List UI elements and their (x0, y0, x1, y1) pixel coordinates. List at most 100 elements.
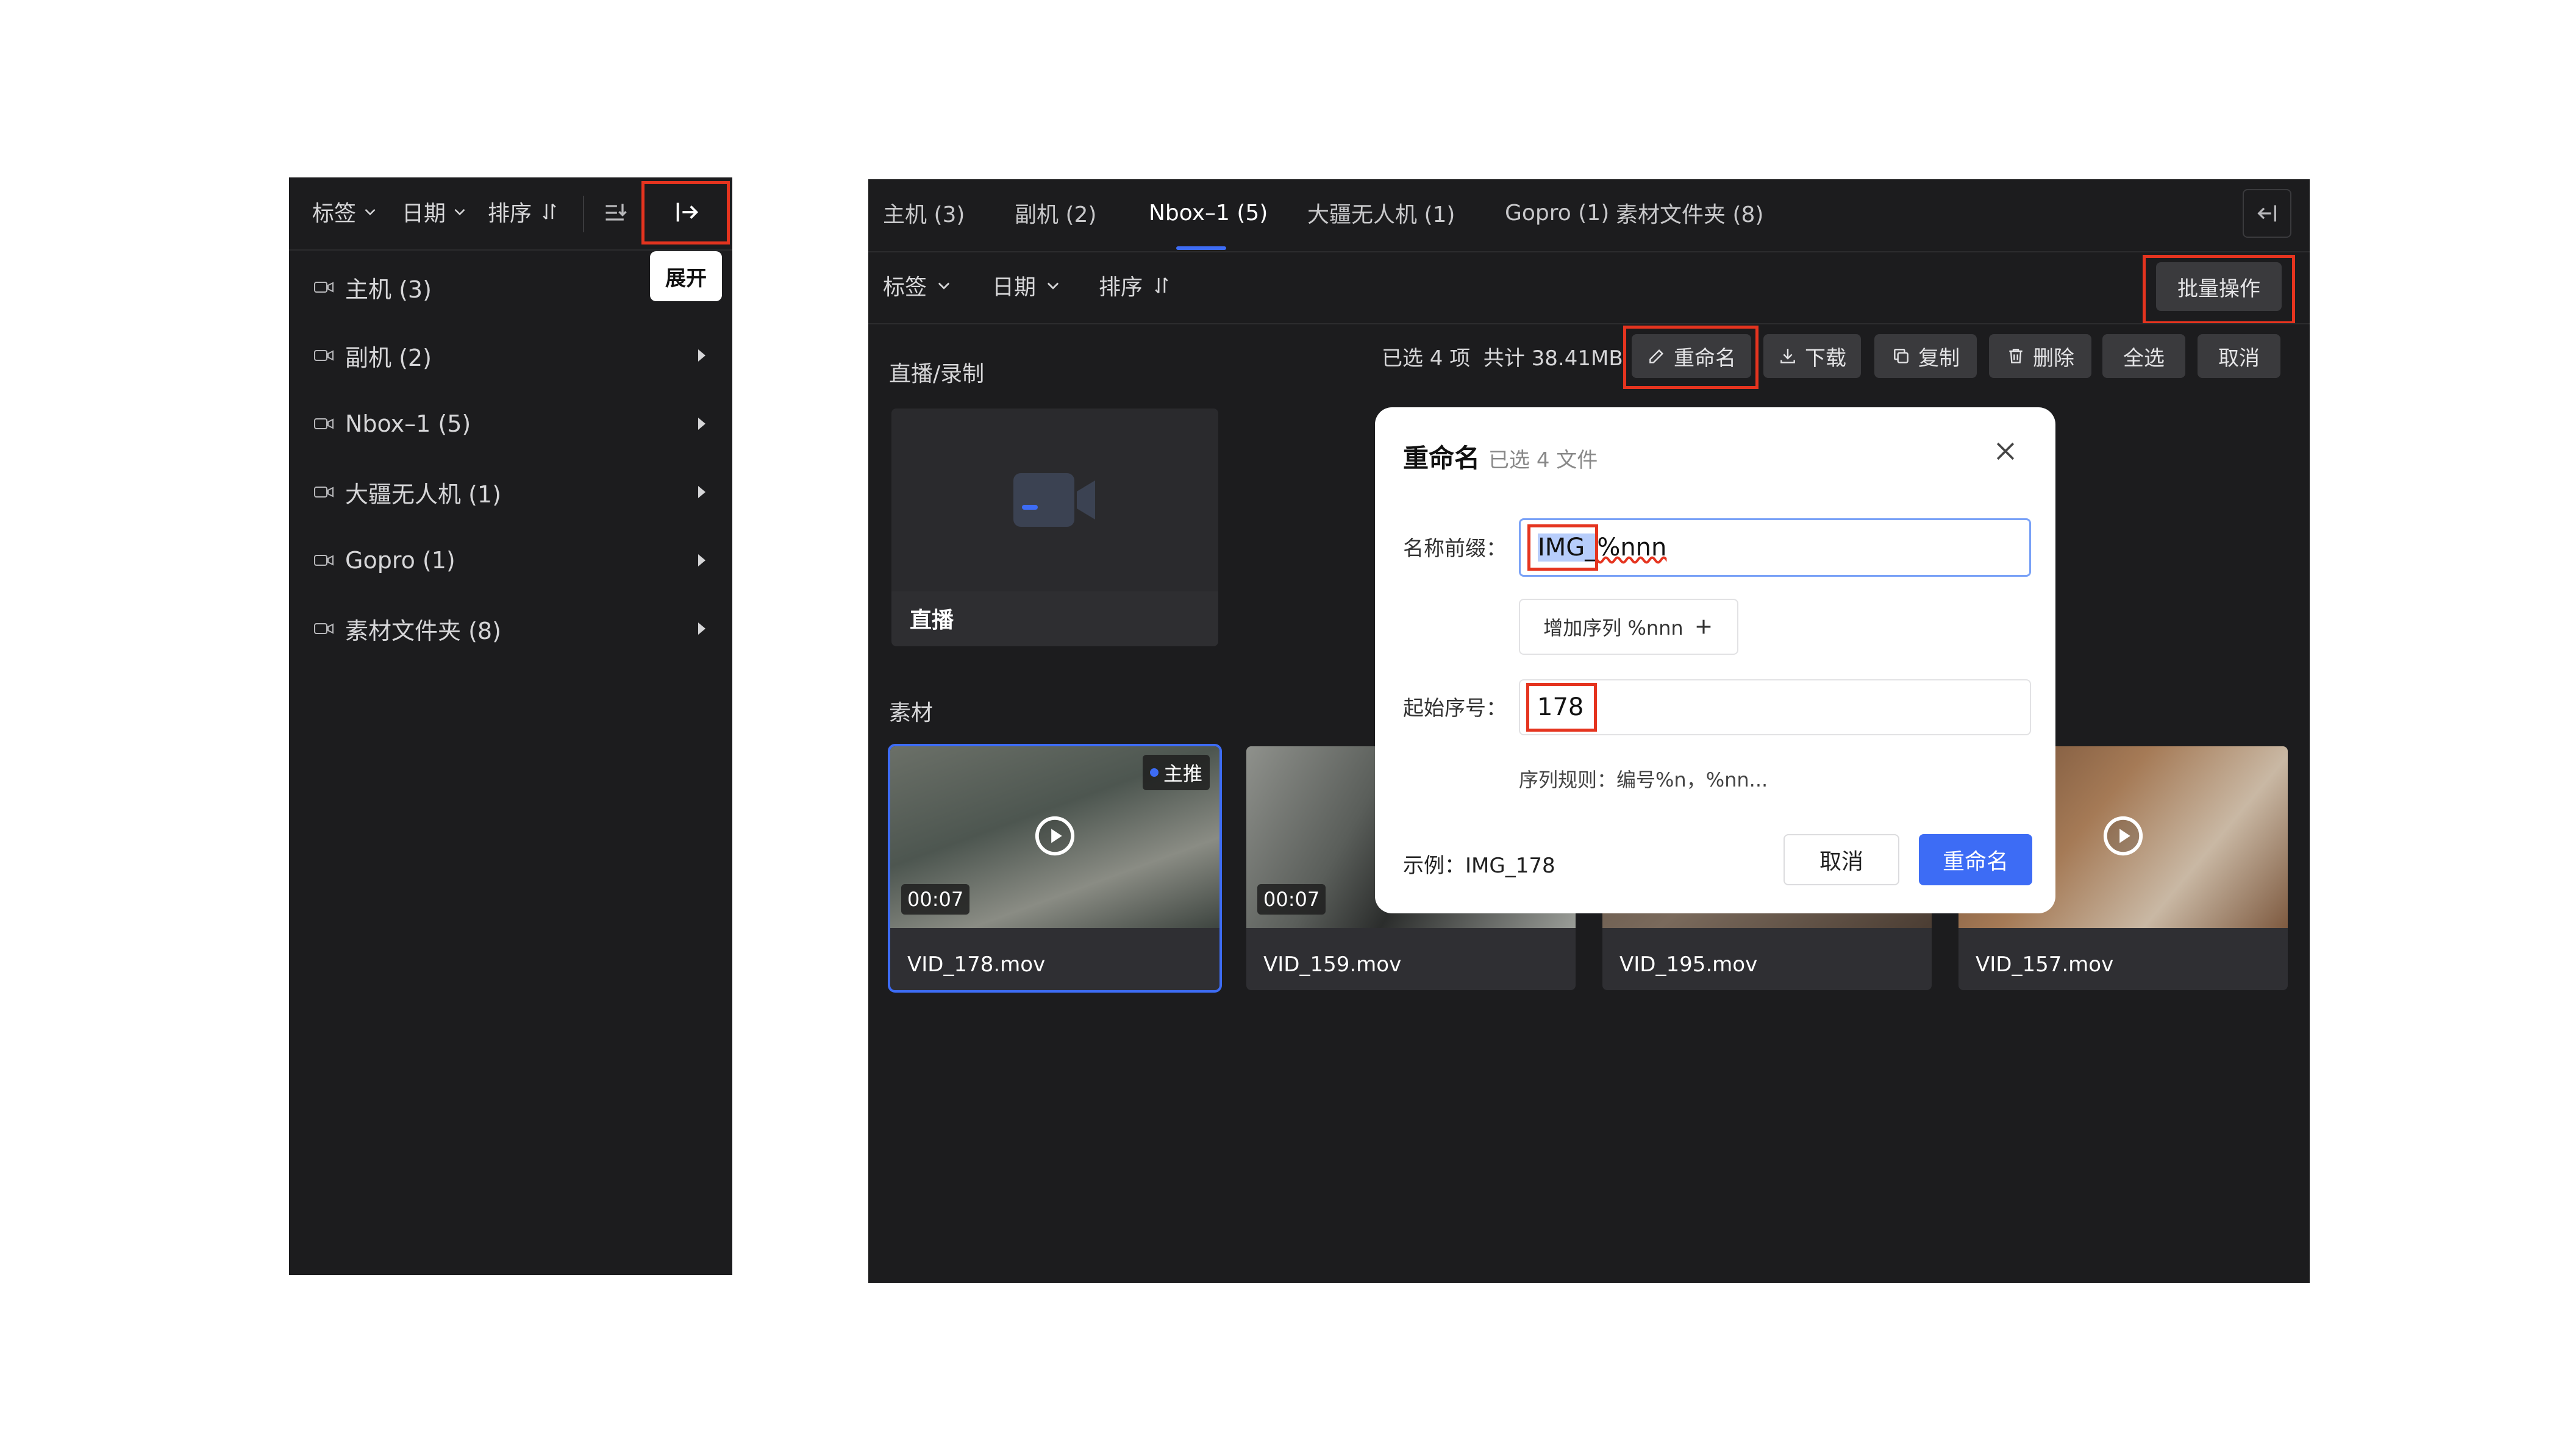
sequence-rule-text: 序列规则：编号%n，%nn... (1519, 768, 1768, 791)
download-label: 下载 (1805, 346, 1846, 371)
camera-icon (1013, 469, 1099, 530)
video-duration: 00:07 (901, 884, 970, 915)
tag-filter-label: 标签 (312, 201, 357, 226)
sidebar-device-item[interactable]: 大疆无人机 (1) (313, 474, 708, 510)
sidebar-device-item[interactable]: 主机 (3) (313, 269, 708, 305)
sidebar-device-label: 大疆无人机 (1) (345, 480, 501, 508)
tab-bar: 主机 (3) 副机 (2) Nbox–1 (5) 大疆无人机 (1) Gopro (1)… (868, 179, 2310, 252)
video-camera-icon (313, 416, 334, 432)
play-icon[interactable] (2102, 815, 2144, 860)
delete-label: 删除 (2033, 346, 2074, 371)
main-sort-filter-label: 排序 (1099, 275, 1143, 300)
main-tag-filter[interactable]: 标签 (883, 269, 952, 301)
main-badge: 主推 (1142, 755, 1210, 790)
dialog-cancel-label: 取消 (1819, 849, 1863, 874)
tab-item[interactable]: Gopro (1) (1505, 179, 1609, 246)
media-section-title: 素材 (889, 701, 934, 726)
copy-icon (1894, 349, 1909, 363)
sidebar-device-item[interactable]: 副机 (2) (313, 337, 708, 374)
delete-button[interactable]: 删除 (1989, 334, 2091, 378)
dialog-title-text: 重命名 (1403, 443, 1480, 473)
copy-label: 复制 (1918, 346, 1960, 371)
video-camera-icon (313, 279, 334, 295)
sidebar-device-item[interactable]: Nbox–1 (5) (313, 405, 708, 442)
chevron-down-icon (1044, 277, 1062, 294)
chevron-down-icon (935, 277, 952, 294)
video-camera-icon (313, 484, 334, 500)
cancel-selection-label: 取消 (2218, 346, 2260, 371)
main-badge-label: 主推 (1163, 762, 1202, 785)
caret-right-icon[interactable] (696, 348, 708, 363)
main-sort-filter[interactable]: 排序 (1099, 269, 1171, 301)
live-card[interactable]: 直播 (891, 409, 1218, 646)
collapse-panel-icon (2255, 201, 2279, 226)
tab-item[interactable]: Nbox–1 (5) (1149, 179, 1268, 246)
tab-item[interactable]: 素材文件夹 (8) (1616, 179, 1763, 246)
tab-item[interactable]: 主机 (3) (883, 179, 965, 246)
sort-icon (1152, 275, 1171, 296)
video-filename: VID_195.mov (1619, 952, 1758, 977)
video-filename: VID_159.mov (1263, 952, 1402, 977)
date-filter[interactable]: 日期 (402, 196, 468, 227)
video-duration: 00:07 (1257, 884, 1326, 915)
caret-right-icon[interactable] (696, 484, 708, 500)
tab-active-indicator (1176, 246, 1226, 250)
main-date-filter-label: 日期 (992, 275, 1037, 300)
caret-right-icon[interactable] (696, 416, 708, 432)
live-card-label: 直播 (910, 608, 954, 633)
rename-dialog: 重命名 已选 4 文件 名称前缀： IMG_ %nnn 增加序列 %nnn 起始… (1375, 407, 2055, 913)
toolbar-divider-bottom (289, 249, 732, 251)
sidebar-device-item[interactable]: 素材文件夹 (8) (313, 610, 708, 647)
video-filename: VID_178.mov (907, 952, 1046, 977)
video-camera-icon (313, 552, 334, 568)
select-all-button[interactable]: 全选 (2102, 334, 2185, 378)
caret-right-icon[interactable] (696, 552, 708, 568)
tag-filter[interactable]: 标签 (312, 196, 378, 227)
caret-right-icon[interactable] (696, 621, 708, 637)
live-section-title: 直播/录制 (889, 362, 985, 387)
collapse-panel-button[interactable] (2243, 189, 2291, 238)
left-sidebar-panel: 标签 日期 排序 展开 主机 (3) 副机 (2) Nbox–1 (5) 大疆无人机 … (289, 177, 732, 1275)
copy-button[interactable]: 复制 (1874, 334, 1977, 378)
cancel-selection-button[interactable]: 取消 (2198, 334, 2280, 378)
sidebar-device-item[interactable]: Gopro (1) (313, 542, 708, 579)
plus-icon (1696, 619, 1711, 634)
main-date-filter[interactable]: 日期 (992, 269, 1062, 301)
play-icon[interactable] (1034, 815, 1076, 860)
tab-item[interactable]: 大疆无人机 (1) (1307, 179, 1455, 246)
dialog-confirm-button[interactable]: 重命名 (1919, 834, 2032, 885)
chevron-down-icon (362, 204, 378, 219)
add-sequence-button[interactable]: 增加序列 %nnn (1519, 599, 1738, 655)
download-icon (1780, 349, 1795, 363)
collapse-list-icon[interactable] (602, 199, 629, 226)
tab-item[interactable]: 副机 (2) (1015, 179, 1096, 246)
prefix-rest-text: %nnn (1597, 534, 1667, 562)
trash-icon (2009, 349, 2023, 363)
dialog-title: 重命名 已选 4 文件 (1403, 438, 1598, 475)
sidebar-device-label: 主机 (3) (345, 276, 432, 303)
rename-button-highlight (1623, 326, 1759, 389)
dialog-cancel-button[interactable]: 取消 (1784, 834, 1899, 885)
video-filename: VID_157.mov (1976, 952, 2114, 977)
selection-action-bar: 重命名 下载 复制 删除 全选 取消 (868, 334, 2310, 383)
start-label: 起始序号： (1403, 696, 1507, 721)
date-filter-label: 日期 (402, 201, 446, 226)
toolbar-divider (583, 196, 584, 232)
video-camera-icon (313, 348, 334, 363)
close-button[interactable] (1992, 438, 2019, 467)
video-camera-icon (313, 621, 334, 637)
expand-button-highlight (641, 181, 730, 244)
batch-operation-highlight (2143, 255, 2295, 324)
dialog-confirm-label: 重命名 (1942, 849, 2008, 874)
main-tag-filter-label: 标签 (883, 275, 927, 300)
dialog-subtitle: 已选 4 文件 (1488, 448, 1598, 473)
badge-dot (1149, 768, 1159, 777)
media-card[interactable]: 00:07 主推 VID_178.mov (888, 744, 1222, 993)
download-button[interactable]: 下载 (1763, 334, 1861, 378)
filter-row-divider (868, 323, 2310, 324)
add-sequence-label: 增加序列 %nnn (1543, 616, 1684, 640)
sidebar-device-label: 素材文件夹 (8) (345, 617, 501, 644)
select-all-label: 全选 (2123, 346, 2165, 371)
prefix-highlight (1527, 524, 1598, 571)
sort-filter[interactable]: 排序 (488, 196, 559, 227)
